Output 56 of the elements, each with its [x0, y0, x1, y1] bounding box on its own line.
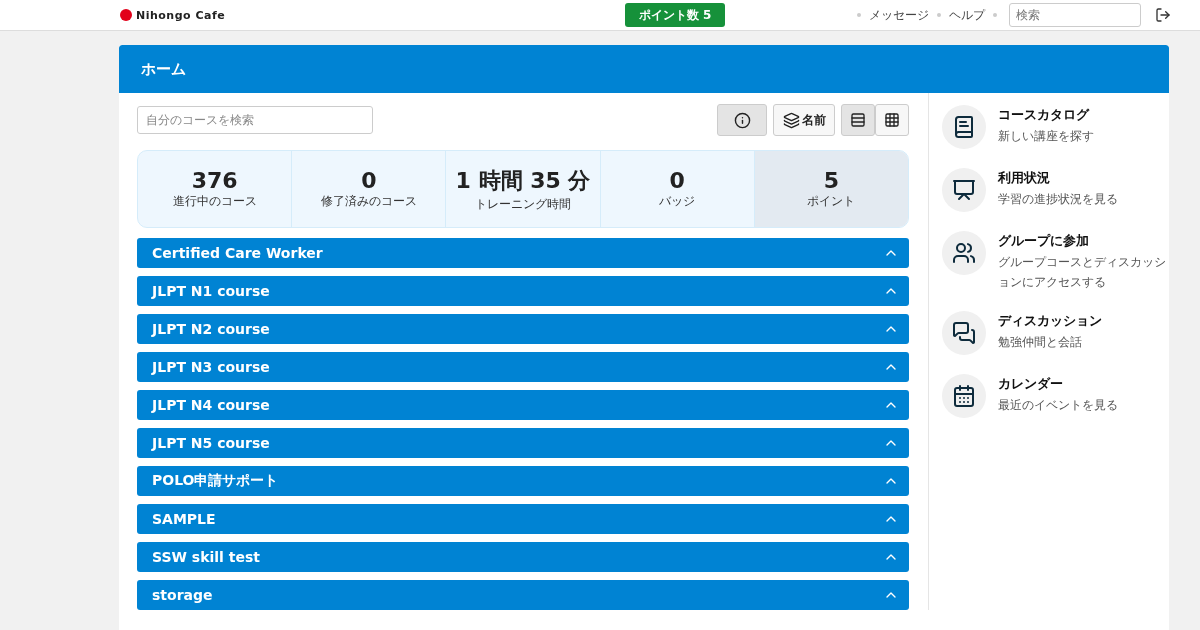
shortcut-title[interactable]: コースカタログ	[998, 106, 1168, 124]
stat-label: トレーニング時間	[475, 195, 571, 213]
stat-value: 1 時間 35 分	[455, 166, 591, 195]
logout-icon[interactable]	[1155, 7, 1172, 23]
chat-icon	[942, 311, 986, 355]
shortcut-subtitle: 新しい講座を探す	[998, 128, 1095, 145]
shortcut-title[interactable]: グループに参加	[998, 232, 1168, 250]
logo-icon	[120, 9, 132, 21]
shortcut-title[interactable]: 利用状況	[998, 169, 1168, 187]
stat-tile[interactable]: 1 時間 35 分 トレーニング時間	[445, 151, 600, 227]
sort-button[interactable]: 名前	[773, 104, 835, 136]
nav-link[interactable]: メッセージ	[869, 6, 930, 24]
book-icon	[942, 105, 986, 149]
category-header[interactable]: JLPT N5 course	[137, 428, 909, 458]
stat-value: 0	[361, 168, 377, 193]
category-header[interactable]: POLO申請サポート	[137, 466, 909, 496]
stat-label: バッジ	[659, 193, 696, 210]
nav-link[interactable]: ヘルプ	[949, 6, 986, 24]
stat-tile[interactable]: 0 バッジ	[599, 151, 754, 227]
info-button[interactable]	[717, 104, 767, 136]
layers-icon	[782, 111, 800, 129]
category-header[interactable]: Certified Care Worker	[137, 238, 909, 268]
logo[interactable]: Nihongo Cafe	[136, 8, 226, 22]
shortcut-subtitle: グループコースとディスカッションにアクセスする	[998, 254, 1167, 291]
course-search-field[interactable]: 自分のコースを検索	[137, 106, 373, 134]
info-icon	[733, 111, 751, 129]
stat-value: 5	[823, 168, 840, 193]
list-view-button[interactable]	[841, 104, 875, 136]
shortcut-subtitle: 勉強仲間と会話	[998, 334, 1083, 351]
calendar-icon	[942, 374, 986, 418]
stat-value: 376	[191, 168, 238, 193]
stat-label: 進行中のコース	[172, 193, 257, 210]
stat-value: 0	[669, 168, 685, 193]
category-header[interactable]: JLPT N1 course	[137, 276, 909, 306]
grid-icon	[884, 112, 900, 128]
shortcut-subtitle: 最近のイベントを見る	[998, 397, 1119, 414]
shortcut-title[interactable]: カレンダー	[998, 375, 1168, 393]
card-title: ホーム	[119, 45, 1169, 93]
category-header[interactable]: storage	[137, 580, 909, 610]
stat-label: ポイント	[807, 193, 856, 210]
category-header[interactable]: JLPT N2 course	[137, 314, 909, 344]
search-field[interactable]: 検索	[1009, 3, 1142, 27]
category-header[interactable]: SSW skill test	[137, 542, 909, 572]
category-header[interactable]: JLPT N3 course	[137, 352, 909, 382]
stat-tile[interactable]: 0 修了済みのコース	[291, 151, 446, 227]
list-icon	[850, 112, 866, 128]
shortcut-title[interactable]: ディスカッション	[998, 312, 1168, 330]
points-button[interactable]: ポイント数 5	[625, 3, 726, 27]
grid-view-button[interactable]	[875, 104, 909, 136]
group-icon	[942, 231, 986, 275]
category-header[interactable]: SAMPLE	[137, 504, 909, 534]
stat-label: 修了済みのコース	[320, 193, 417, 210]
stat-tile[interactable]: 376 進行中のコース	[138, 151, 292, 227]
stat-tile[interactable]: 5 ポイント	[753, 151, 908, 227]
shortcut-subtitle: 学習の進捗状況を見る	[998, 191, 1119, 208]
category-header[interactable]: JLPT N4 course	[137, 390, 909, 420]
